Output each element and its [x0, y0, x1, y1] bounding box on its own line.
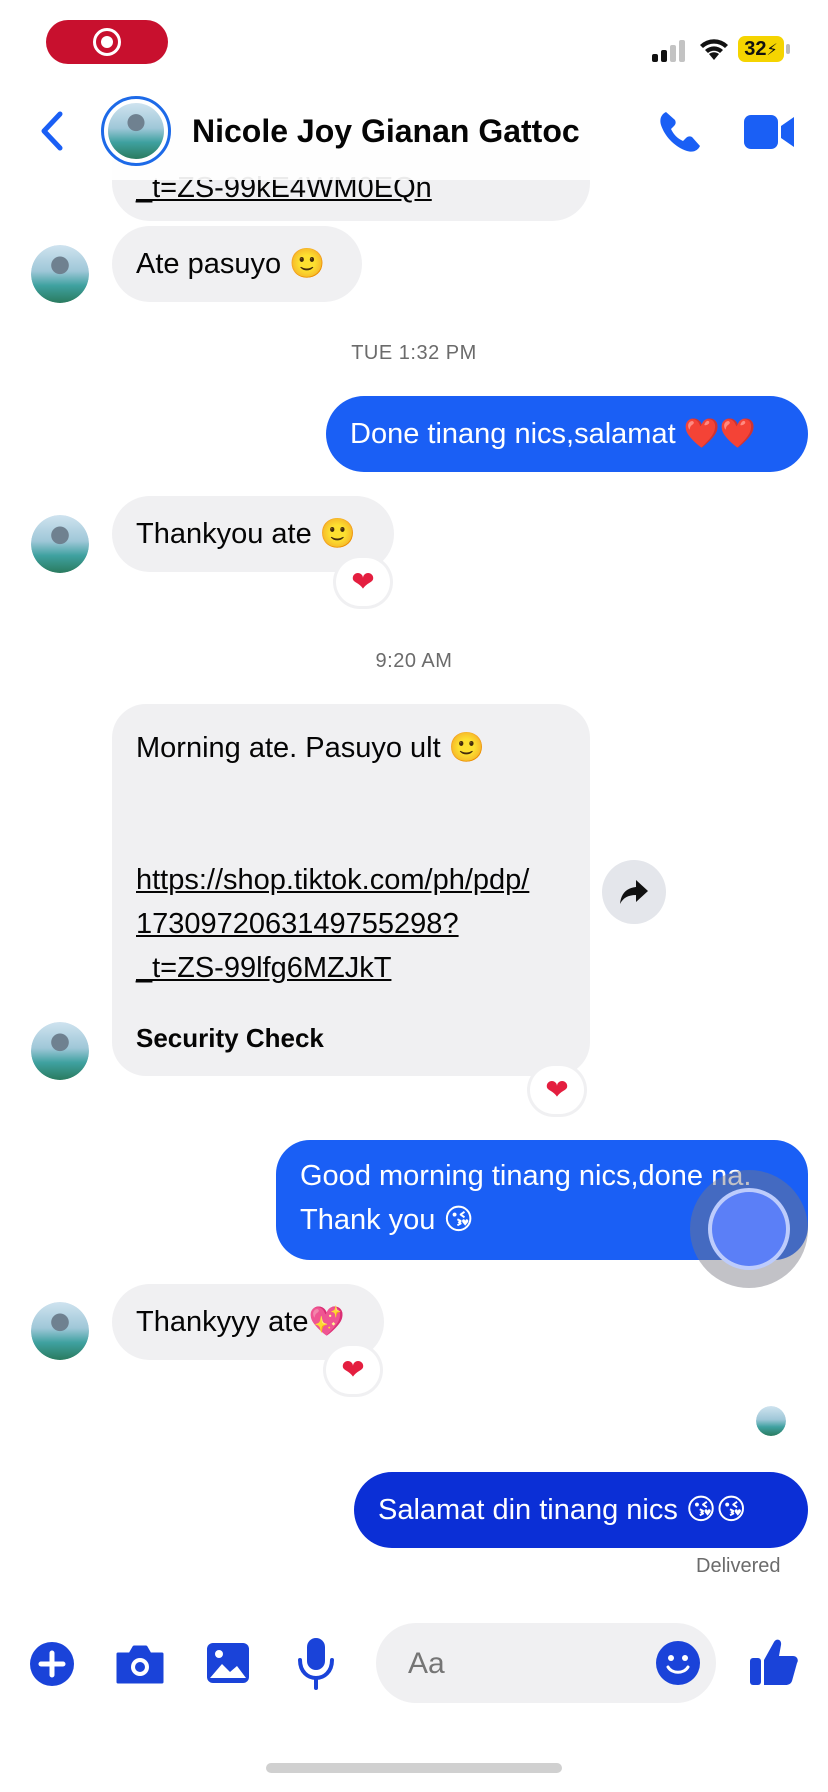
- link-text[interactable]: https://shop.tiktok.com/ph/pdp/ 17309720…: [136, 858, 529, 990]
- cellular-signal-icon: [652, 38, 688, 62]
- link-line: https://shop.tiktok.com/ph/pdp/: [136, 864, 530, 896]
- message-input[interactable]: [406, 1623, 630, 1705]
- plus-icon[interactable]: [28, 1640, 76, 1688]
- photo-icon[interactable]: [204, 1640, 252, 1686]
- share-forward-icon: [620, 880, 648, 904]
- message-bubble-outgoing[interactable]: Done tinang nics,salamat ❤️❤️: [326, 396, 808, 472]
- message-bubble[interactable]: Ate pasuyo 🙂: [112, 226, 362, 302]
- message-text: Ate pasuyo 🙂: [136, 248, 326, 280]
- timestamp: TUE 1:32 PM: [351, 342, 477, 364]
- assistive-touch-core[interactable]: [708, 1188, 790, 1270]
- heart-reaction[interactable]: ❤: [530, 1066, 584, 1114]
- wifi-icon: [700, 39, 728, 60]
- share-button[interactable]: [602, 860, 666, 924]
- heart-reaction[interactable]: ❤: [326, 1346, 380, 1394]
- message-text: Good morning tinang nics,done na.: [300, 1160, 752, 1192]
- microphone-icon[interactable]: [296, 1636, 336, 1690]
- read-receipt-avatar: [756, 1406, 786, 1436]
- home-indicator[interactable]: [266, 1763, 562, 1773]
- video-camera-icon[interactable]: [742, 112, 796, 152]
- delivery-status: Delivered: [696, 1555, 781, 1577]
- message-text: Done tinang nics,salamat ❤️❤️: [350, 418, 756, 450]
- timestamp: 9:20 AM: [375, 650, 453, 672]
- smiley-icon[interactable]: [656, 1641, 700, 1685]
- message-text: Morning ate. Pasuyo ult 🙂: [136, 732, 485, 764]
- message-bubble-link[interactable]: Morning ate. Pasuyo ult 🙂 https://shop.t…: [112, 704, 590, 1076]
- screen-recording-indicator[interactable]: [46, 20, 168, 64]
- contact-name[interactable]: Nicole Joy Gianan Gattoc: [192, 113, 580, 150]
- battery-nub: [786, 44, 790, 54]
- battery-indicator: 32⚡: [738, 36, 784, 62]
- link-line: _t=ZS-99lfg6MZJkT: [136, 952, 392, 984]
- message-composer[interactable]: [376, 1623, 716, 1705]
- phone-icon[interactable]: [656, 108, 704, 156]
- back-chevron-icon[interactable]: [36, 110, 66, 152]
- message-text: Thankyyy ate💖: [136, 1306, 345, 1338]
- message-bubble-outgoing[interactable]: Salamat din tinang nics 😘😘: [354, 1472, 808, 1548]
- message-text: Salamat din tinang nics 😘😘: [378, 1494, 747, 1526]
- thumbs-up-icon[interactable]: [748, 1636, 800, 1688]
- link-line: 1730972063149755298?: [136, 908, 459, 940]
- contact-avatar[interactable]: [101, 96, 171, 166]
- sender-avatar[interactable]: [31, 1022, 89, 1080]
- camera-icon[interactable]: [114, 1642, 166, 1686]
- message-text: Thankyou ate 🙂: [136, 518, 356, 550]
- sender-avatar[interactable]: [31, 1302, 89, 1360]
- message-text: Thank you 😘: [300, 1204, 474, 1236]
- heart-reaction[interactable]: ❤: [336, 558, 390, 606]
- link-preview-title[interactable]: Security Check: [136, 1016, 324, 1060]
- sender-avatar[interactable]: [31, 245, 89, 303]
- sender-avatar[interactable]: [31, 515, 89, 573]
